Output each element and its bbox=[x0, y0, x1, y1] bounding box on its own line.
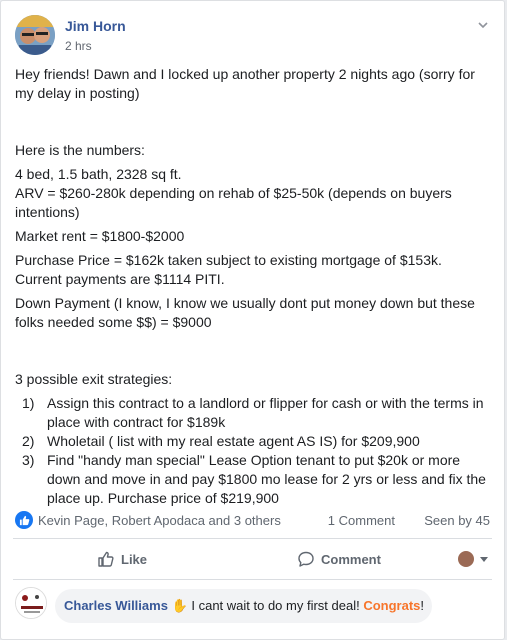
exit-text: Wholetail ( list with my real estate age… bbox=[47, 433, 420, 449]
comment-text: I cant wait to do my first deal! bbox=[187, 598, 364, 613]
like-label: Like bbox=[121, 551, 148, 567]
author-avatar[interactable] bbox=[15, 15, 55, 55]
commenter-avatar[interactable] bbox=[15, 587, 47, 619]
commenter-avatar-selector[interactable] bbox=[458, 551, 474, 567]
thumbs-up-icon bbox=[98, 551, 114, 567]
author-name[interactable]: Jim Horn bbox=[65, 18, 126, 34]
down-payment: Down Payment (I know, I know we usually … bbox=[15, 295, 475, 330]
property-specs: 4 bed, 1.5 bath, 2328 sq ft. bbox=[15, 166, 182, 182]
purchase-price: Purchase Price = $162k taken subject to … bbox=[15, 252, 442, 287]
chevron-down-icon[interactable] bbox=[476, 18, 490, 32]
comment-bubble-icon bbox=[298, 551, 314, 567]
divider bbox=[13, 538, 492, 539]
post-card: Jim Horn 2 hrs Hey friends! Dawn and I l… bbox=[0, 0, 505, 640]
exit-number: 3) bbox=[22, 452, 35, 468]
exit-strategy-item: 2) Wholetail ( list with my real estate … bbox=[15, 432, 487, 451]
post-intro: Hey friends! Dawn and I locked up anothe… bbox=[15, 66, 475, 101]
numbers-heading: Here is the numbers: bbox=[15, 142, 145, 158]
seen-by-link[interactable]: Seen by 45 bbox=[424, 513, 490, 528]
exit-number: 2) bbox=[22, 433, 35, 449]
like-reaction-icon[interactable] bbox=[15, 511, 33, 529]
reaction-summary: Kevin Page, Robert Apodaca and 3 others … bbox=[15, 511, 490, 531]
like-button[interactable]: Like bbox=[97, 550, 147, 568]
comment-author[interactable]: Charles Williams bbox=[64, 598, 168, 613]
exit-text: Assign this contract to a landlord or fl… bbox=[47, 395, 484, 430]
comment-bubble: Charles Williams ✋ I cant wait to do my … bbox=[55, 589, 433, 623]
exit-heading: 3 possible exit strategies: bbox=[15, 371, 173, 387]
caret-down-icon[interactable] bbox=[480, 557, 488, 562]
comment-item: Charles Williams ✋ I cant wait to do my … bbox=[15, 587, 490, 627]
post-header: Jim Horn 2 hrs bbox=[15, 15, 490, 57]
reaction-names-link[interactable]: Kevin Page, Robert Apodaca and 3 others bbox=[38, 513, 281, 528]
divider bbox=[13, 579, 492, 580]
market-rent: Market rent = $1800-$2000 bbox=[15, 228, 185, 244]
comment-highlight-word: Congrats bbox=[363, 598, 421, 613]
comment-button[interactable]: Comment bbox=[297, 550, 381, 568]
exit-text: Find "handy man special" Lease Option te… bbox=[47, 452, 486, 506]
exit-strategy-item: 1) Assign this contract to a landlord or… bbox=[15, 394, 487, 432]
comment-count-link[interactable]: 1 Comment bbox=[328, 513, 395, 528]
property-arv: ARV = $260-280k depending on rehab of $2… bbox=[15, 185, 452, 220]
comment-label: Comment bbox=[321, 551, 381, 567]
comment-end: ! bbox=[420, 598, 425, 613]
post-body: Hey friends! Dawn and I locked up anothe… bbox=[15, 65, 487, 508]
post-timestamp[interactable]: 2 hrs bbox=[65, 39, 92, 53]
raised-hand-icon: ✋ bbox=[171, 598, 188, 613]
post-actions-bar: Like Comment bbox=[13, 541, 492, 579]
exit-strategy-item: 3) Find "handy man special" Lease Option… bbox=[15, 451, 487, 508]
exit-number: 1) bbox=[22, 395, 35, 411]
